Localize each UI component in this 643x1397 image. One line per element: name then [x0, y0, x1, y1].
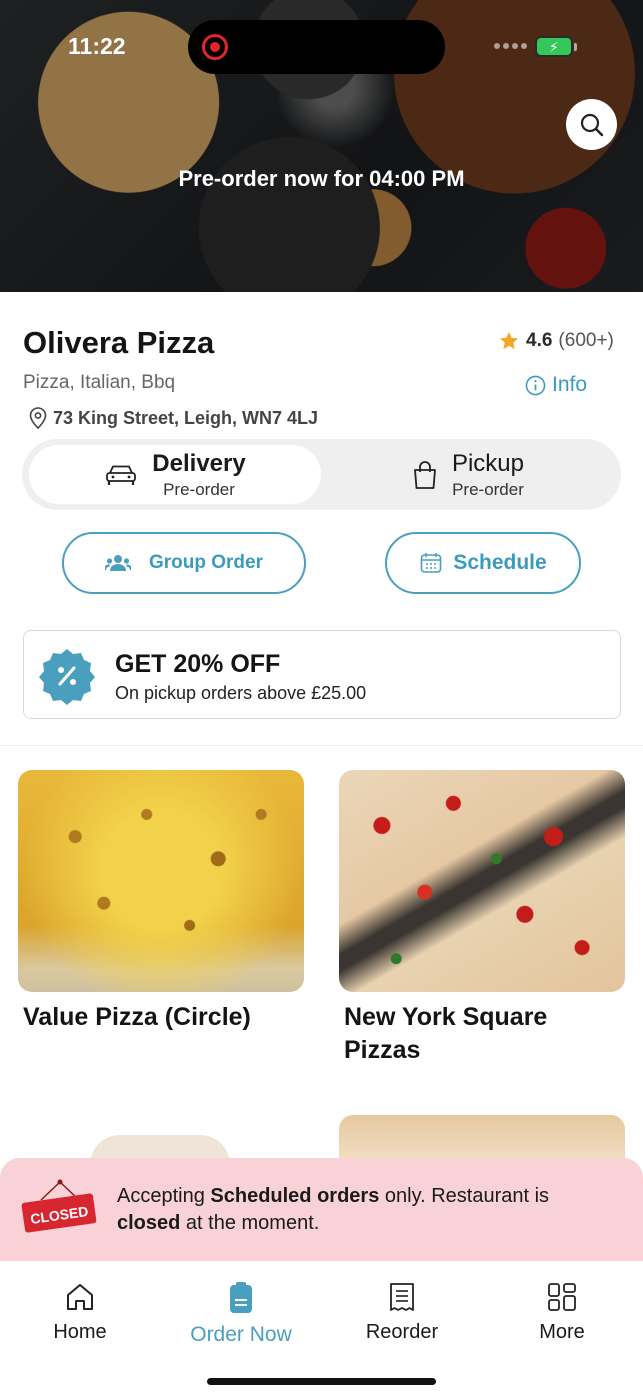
group-order-button[interactable]: Group Order [62, 532, 306, 594]
delivery-title: Delivery [152, 449, 246, 477]
tab-home[interactable]: Home [20, 1281, 140, 1344]
receipt-icon [390, 1283, 414, 1311]
info-label: Info [552, 373, 588, 396]
discount-badge-icon [39, 649, 95, 705]
dynamic-island [188, 20, 445, 74]
promo-card[interactable]: GET 20% OFF On pickup orders above £25.0… [23, 630, 621, 719]
schedule-label: Schedule [453, 551, 547, 574]
closed-notice: CLOSED Accepting Scheduled orders only. … [0, 1158, 643, 1261]
car-icon [106, 465, 137, 485]
address-text: 73 King Street, Leigh, WN7 4LJ [53, 407, 319, 428]
menu-category-name[interactable]: New York Square Pizzas [344, 1001, 624, 1067]
grid-menu-icon [548, 1283, 576, 1311]
tab-order-now-label: Order Now [190, 1323, 292, 1346]
value-pizza-image[interactable] [18, 770, 304, 992]
recording-icon [202, 34, 228, 60]
group-order-label: Group Order [148, 552, 263, 573]
tab-home-label: Home [53, 1321, 107, 1343]
order-mode-toggle: Delivery Pre-order Pickup Pre-order [22, 439, 621, 510]
pickup-title: Pickup [451, 449, 525, 477]
rating-score: 4.6 [526, 330, 553, 351]
location-pin-icon [29, 407, 47, 430]
section-divider [0, 745, 643, 746]
restaurant-address: 73 King Street, Leigh, WN7 4LJ [27, 406, 318, 430]
cuisine-tags: Pizza, Italian, Bbq [23, 372, 176, 393]
promo-title: GET 20% OFF [115, 650, 281, 678]
preorder-banner-text: Pre-order now for 04:00 PM [178, 166, 465, 191]
rating-count: (600+) [558, 330, 614, 351]
rating: 4.6 (600+) [498, 330, 614, 352]
search-button[interactable] [566, 99, 617, 150]
delivery-option[interactable]: Delivery Pre-order [29, 445, 321, 504]
search-icon [580, 113, 603, 136]
pickup-subtitle: Pre-order [452, 479, 524, 499]
shopping-bag-icon [414, 460, 436, 489]
new-york-pizza-image[interactable] [339, 770, 625, 992]
info-icon [525, 375, 546, 395]
tab-more[interactable]: More [502, 1281, 622, 1344]
calendar-icon [421, 553, 442, 573]
info-button[interactable]: Info [525, 373, 587, 397]
order-clipboard-icon [230, 1282, 252, 1313]
tab-order-now[interactable]: Order Now [181, 1281, 301, 1347]
bottom-tab-bar: Home Order Now Reorder More [0, 1261, 643, 1397]
pickup-option[interactable]: Pickup Pre-order [322, 445, 614, 504]
restaurant-name: Olivera Pizza [23, 325, 215, 360]
closed-sign-icon: CLOSED [21, 1179, 97, 1233]
star-icon [499, 331, 519, 350]
menu-category-name[interactable]: Value Pizza (Circle) [23, 1001, 303, 1034]
battery-icon: ⚡ [535, 36, 577, 57]
delivery-subtitle: Pre-order [163, 479, 235, 499]
tab-reorder[interactable]: Reorder [342, 1281, 462, 1344]
tab-more-label: More [539, 1321, 585, 1343]
home-icon [67, 1284, 93, 1310]
schedule-button[interactable]: Schedule [385, 532, 581, 594]
home-indicator[interactable] [207, 1378, 436, 1385]
group-icon [104, 555, 131, 571]
closed-message: Accepting Scheduled orders only. Restaur… [117, 1185, 550, 1234]
promo-subtitle: On pickup orders above £25.00 [115, 683, 367, 703]
tab-reorder-label: Reorder [365, 1321, 439, 1343]
status-time: 11:22 [68, 33, 126, 59]
signal-icon [494, 43, 527, 49]
